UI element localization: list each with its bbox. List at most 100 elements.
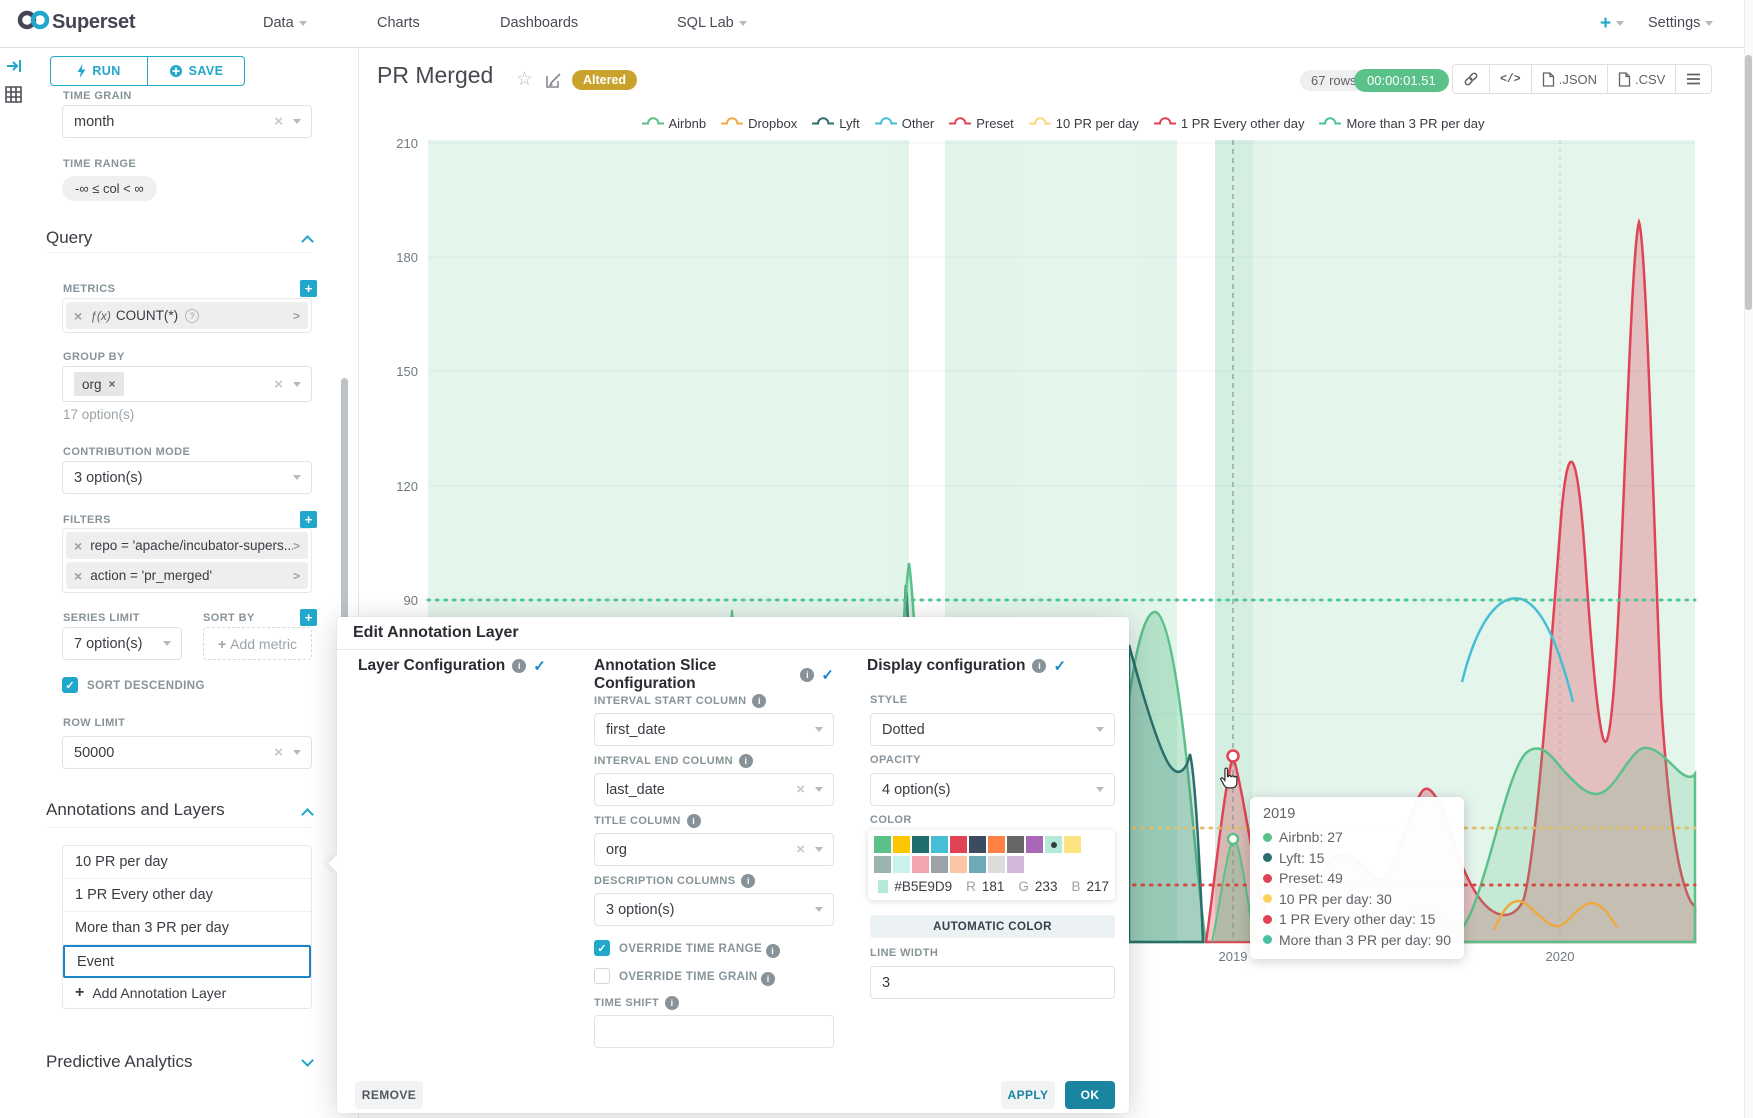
ok-button[interactable]: OK [1065,1081,1115,1109]
row-limit-select[interactable]: 50000 × [62,736,312,769]
interval-end-column-select[interactable]: last_date × [594,773,834,806]
scrollbar-thumb[interactable] [1745,55,1752,310]
filter-chip[interactable]: × repo = 'apache/incubator-supers... > [66,532,308,559]
color-swatch[interactable] [874,856,891,873]
description-columns-select[interactable]: 3 option(s) [594,893,834,926]
collapse-panel-icon[interactable] [6,58,24,79]
legend-item[interactable]: 1 PR Every other day [1153,114,1305,132]
color-swatch[interactable] [1026,836,1043,853]
expand-predictive-icon[interactable] [301,1054,314,1067]
color-swatch[interactable] [931,856,948,873]
add-sort-metric-button[interactable]: + [300,609,317,626]
color-swatch[interactable] [950,836,967,853]
apply-button[interactable]: APPLY [1001,1081,1055,1109]
legend-item[interactable]: Other [874,114,935,132]
remove-filter-icon[interactable]: × [74,538,82,554]
collapse-query-icon[interactable] [301,235,314,248]
legend-item[interactable]: Airbnb [641,114,707,132]
color-swatch[interactable] [912,856,929,873]
interval-start-column-select[interactable]: first_date [594,713,834,746]
time-shift-input[interactable] [594,1015,834,1048]
group-by-select[interactable]: org× × [62,366,312,402]
annotation-layer-item[interactable]: 1 PR Every other day [63,879,311,912]
series-limit-select[interactable]: 7 option(s) [62,627,182,660]
legend-item[interactable]: Lyft [811,114,859,132]
superset-logo-icon[interactable] [16,9,52,36]
expand-filter-icon[interactable]: > [293,569,300,583]
add-metric-button[interactable]: + [300,280,317,297]
nav-item-dashboards[interactable]: Dashboards [500,15,578,31]
remove-metric-icon[interactable]: × [74,308,82,324]
settings-menu[interactable]: Settings [1648,15,1713,31]
line-width-input[interactable]: 3 [870,966,1115,999]
clear-icon[interactable]: × [796,781,805,798]
color-swatch[interactable] [1045,836,1062,853]
add-annotation-layer-button[interactable]: +Add Annotation Layer [63,978,311,1008]
expand-filter-icon[interactable]: > [293,539,300,553]
filter-chip[interactable]: × action = 'pr_merged' > [66,562,308,589]
legend-item[interactable]: Dropbox [720,114,797,132]
color-swatch[interactable] [1007,856,1024,873]
chart-menu-button[interactable] [1676,65,1711,93]
datasource-grid-icon[interactable] [5,86,22,108]
add-new-button[interactable]: + [1600,13,1624,35]
legend-item[interactable]: More than 3 PR per day [1318,114,1484,132]
color-swatch[interactable] [950,856,967,873]
color-swatch[interactable] [988,856,1005,873]
style-select[interactable]: Dotted [870,713,1115,746]
color-swatch[interactable] [893,856,910,873]
expand-metric-icon[interactable]: > [293,309,300,323]
clear-icon[interactable]: × [274,376,283,393]
sort-descending-checkbox[interactable]: ✓ [62,677,78,693]
collapse-annotations-icon[interactable] [301,808,314,821]
add-filter-button[interactable]: + [300,511,317,528]
nav-item-charts[interactable]: Charts [377,15,420,31]
save-button[interactable]: SAVE [147,57,244,85]
opacity-select[interactable]: 4 option(s) [870,773,1115,806]
favorite-star-icon[interactable]: ☆ [516,68,533,91]
sort-by-add-metric[interactable]: +Add metric [203,627,312,660]
color-swatch[interactable] [969,836,986,853]
run-button[interactable]: RUN [51,57,147,85]
override-time-grain-checkbox[interactable] [594,968,610,984]
color-swatch[interactable] [912,836,929,853]
annotation-layer-item[interactable]: More than 3 PR per day [63,912,311,945]
brand-name[interactable]: Superset [52,11,135,34]
annotation-layer-item[interactable]: 10 PR per day [63,846,311,879]
title-column-select[interactable]: org × [594,833,834,866]
altered-badge[interactable]: Altered [572,70,637,90]
nav-item-data[interactable]: Data [263,15,307,31]
time-grain-select[interactable]: month × [62,105,312,138]
legend-item[interactable]: Preset [948,114,1014,132]
color-swatch[interactable] [874,836,891,853]
page-scrollbar[interactable] [1744,0,1753,1118]
run-save-group: RUN SAVE [50,56,245,86]
embed-code-button[interactable]: </> [1490,65,1532,93]
clear-icon[interactable]: × [274,113,283,130]
remove-button[interactable]: REMOVE [355,1081,423,1109]
color-swatch[interactable] [893,836,910,853]
annotation-layer-item[interactable]: Event [63,945,311,978]
clear-icon[interactable]: × [796,841,805,858]
edit-title-icon[interactable] [545,72,562,94]
share-link-button[interactable] [1453,65,1490,93]
color-swatch[interactable] [988,836,1005,853]
tooltip-value: Airbnb: 27 [1279,827,1343,848]
color-swatch[interactable] [1007,836,1024,853]
automatic-color-button[interactable]: AUTOMATIC COLOR [870,915,1115,938]
override-time-range-checkbox[interactable]: ✓ [594,940,610,956]
remove-filter-icon[interactable]: × [74,568,82,584]
metric-chip[interactable]: × ƒ(x) COUNT(*) ? > [66,302,308,329]
export-json-button[interactable]: .JSON [1532,65,1608,93]
color-swatch[interactable] [931,836,948,853]
nav-item-sql-lab[interactable]: SQL Lab [677,15,747,31]
color-swatch[interactable] [1064,836,1081,853]
time-range-pill[interactable]: -∞ ≤ col < ∞ [62,176,157,201]
export-csv-button[interactable]: .CSV [1608,65,1676,93]
color-swatch[interactable] [969,856,986,873]
clear-icon[interactable]: × [274,744,283,761]
remove-tag-icon[interactable]: × [109,377,116,391]
contribution-mode-select[interactable]: 3 option(s) [62,461,312,494]
series-color-dot [1263,833,1272,842]
legend-item[interactable]: 10 PR per day [1028,114,1139,132]
